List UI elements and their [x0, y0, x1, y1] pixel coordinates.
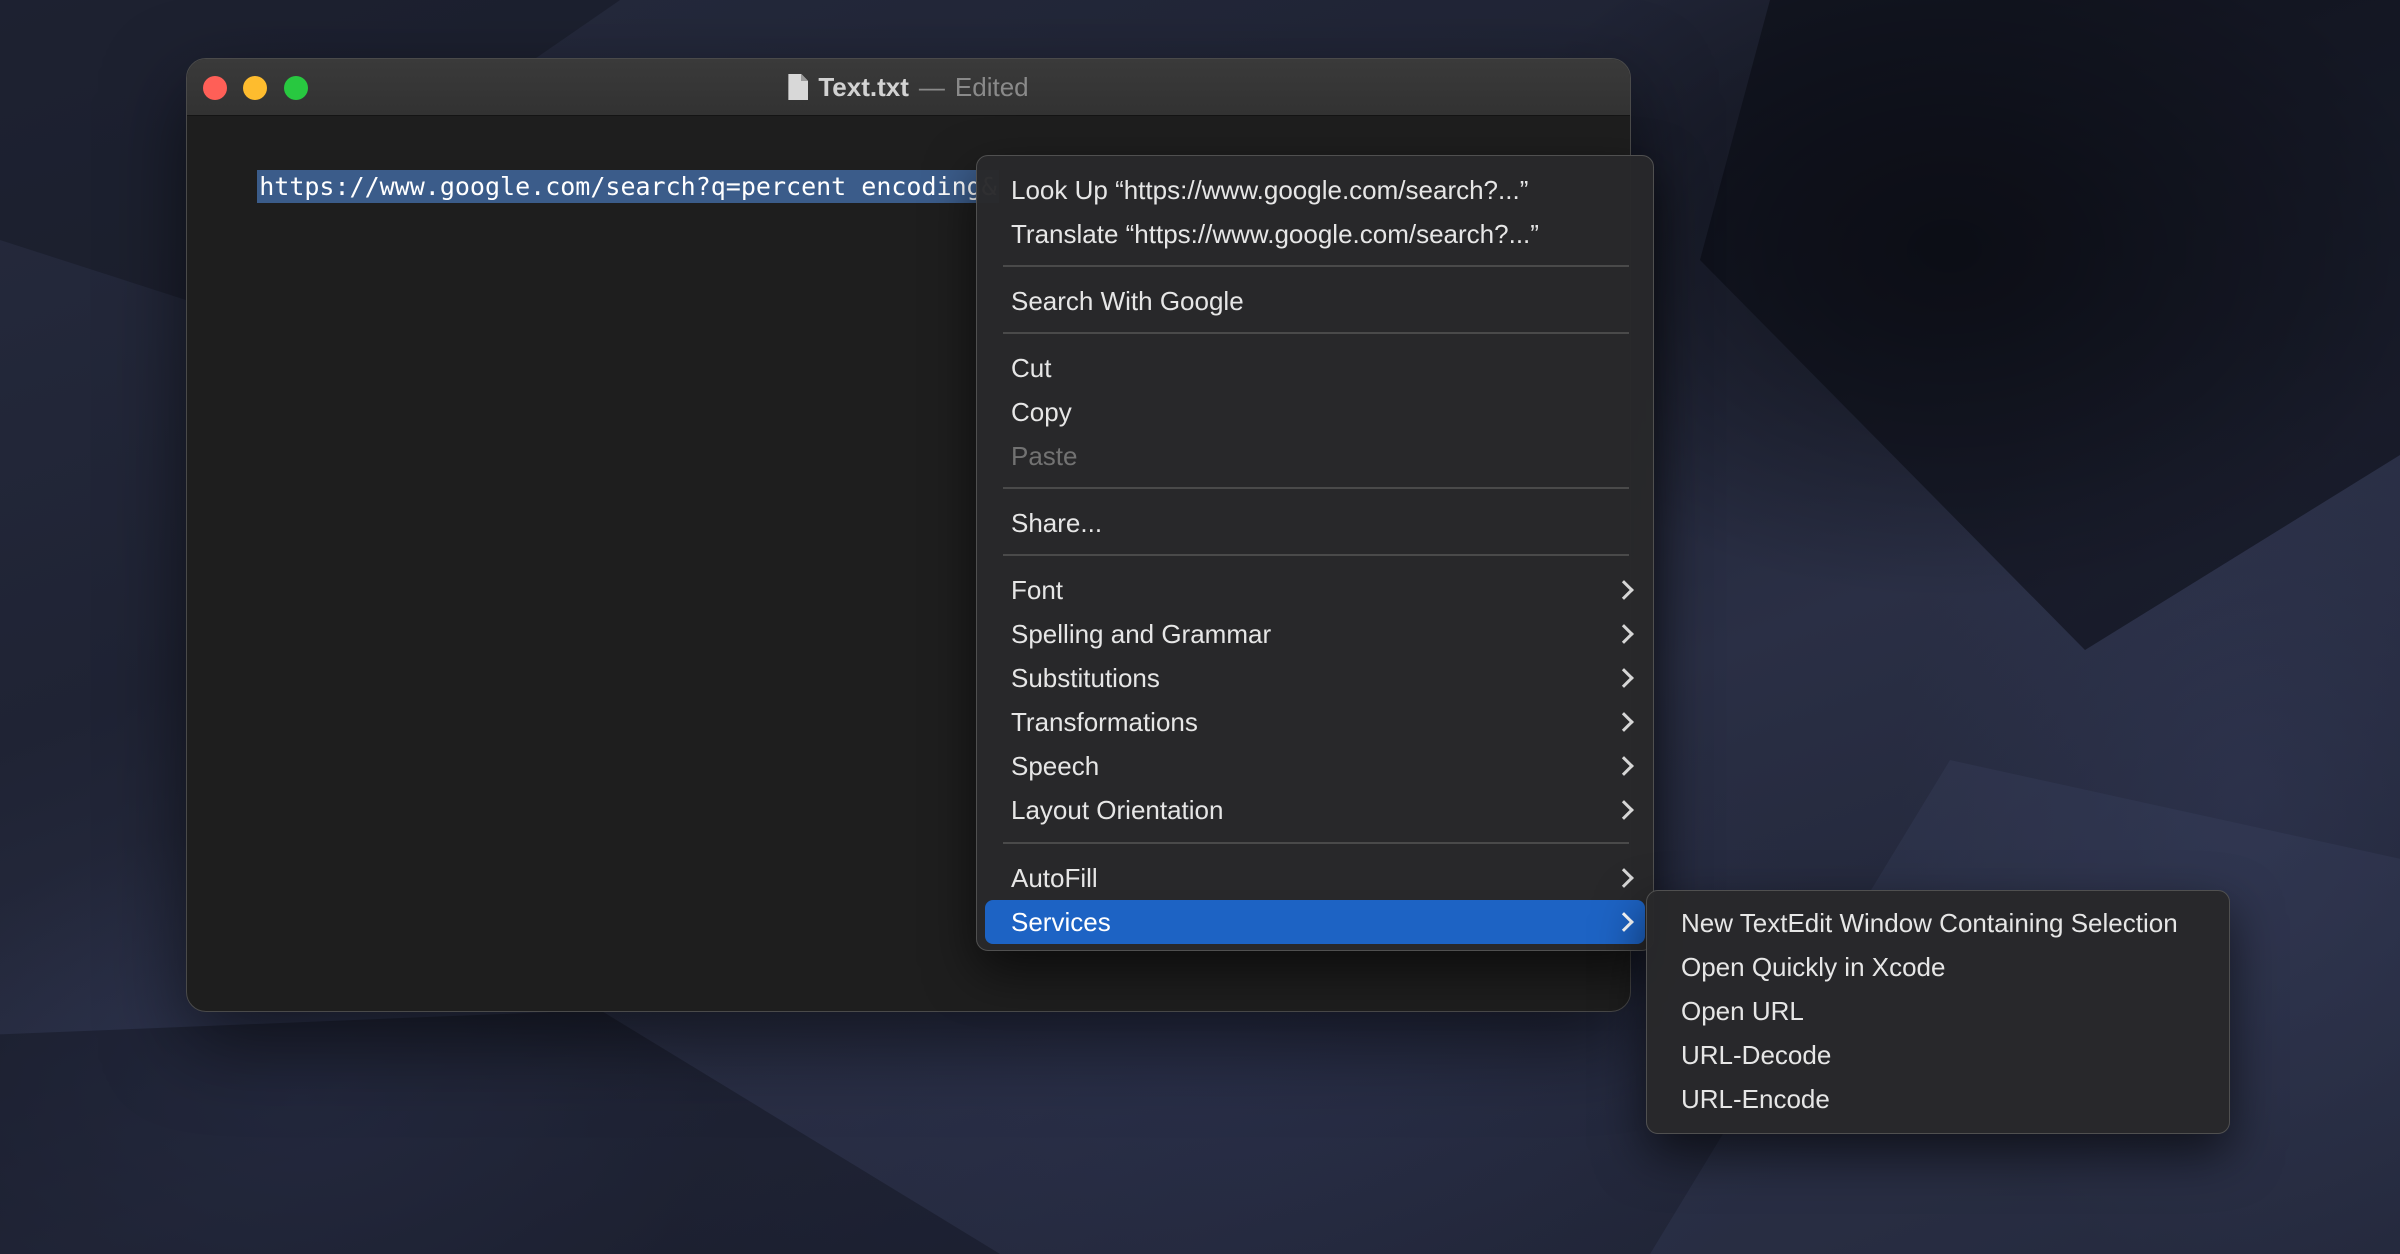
menu-item-transformations[interactable]: Transformations	[985, 700, 1645, 744]
menu-item-label: Font	[1011, 575, 1064, 605]
menu-item-label: Transformations	[1011, 707, 1198, 737]
submenu-item-new-textedit-window[interactable]: New TextEdit Window Containing Selection	[1655, 901, 2219, 945]
submenu-item-label: URL-Decode	[1681, 1040, 1832, 1070]
menu-separator	[1003, 332, 1629, 334]
chevron-right-icon	[1614, 868, 1634, 888]
wallpaper-facet	[0, 1010, 1000, 1254]
menu-item-label: AutoFill	[1011, 863, 1098, 893]
menu-item-label: Substitutions	[1011, 663, 1160, 693]
menu-item-label: Paste	[1011, 441, 1078, 471]
menu-item-label: Share...	[1011, 508, 1103, 538]
menu-item-label: Translate “https://www.google.com/search…	[1011, 219, 1539, 249]
menu-separator	[1003, 842, 1629, 844]
submenu-item-label: New TextEdit Window Containing Selection	[1681, 908, 2178, 938]
window-title-filename: Text.txt	[818, 71, 909, 102]
window-title-separator: —	[918, 71, 945, 102]
menu-item-substitutions[interactable]: Substitutions	[985, 656, 1645, 700]
menu-item-speech[interactable]: Speech	[985, 744, 1645, 788]
submenu-item-url-decode[interactable]: URL-Decode	[1655, 1033, 2219, 1077]
text-editor[interactable]: https://www.google.com/search?q=percent …	[197, 143, 999, 230]
document-icon[interactable]	[788, 74, 809, 100]
menu-item-label: Search With Google	[1011, 286, 1244, 316]
menu-item-label: Cut	[1011, 353, 1052, 383]
menu-item-label: Spelling and Grammar	[1011, 619, 1272, 649]
menu-item-cut[interactable]: Cut	[985, 346, 1645, 390]
window-title-status: Edited	[954, 71, 1029, 102]
submenu-item-label: URL-Encode	[1681, 1084, 1830, 1114]
menu-separator	[1003, 487, 1629, 489]
chevron-right-icon	[1614, 668, 1634, 688]
submenu-item-open-url[interactable]: Open URL	[1655, 989, 2219, 1033]
submenu-item-label: Open Quickly in Xcode	[1681, 952, 1946, 982]
submenu-item-open-quickly-in-xcode[interactable]: Open Quickly in Xcode	[1655, 945, 2219, 989]
title-bar[interactable]: Text.txt — Edited	[187, 59, 1630, 116]
menu-item-copy[interactable]: Copy	[985, 390, 1645, 434]
context-menu: Look Up “https://www.google.com/search?.…	[976, 155, 1654, 951]
services-submenu: New TextEdit Window Containing Selection…	[1646, 890, 2230, 1134]
menu-item-autofill[interactable]: AutoFill	[985, 856, 1645, 900]
menu-item-look-up[interactable]: Look Up “https://www.google.com/search?.…	[985, 168, 1645, 212]
selected-text[interactable]: https://www.google.com/search?q=percent …	[257, 170, 999, 203]
menu-item-label: Speech	[1011, 751, 1100, 781]
submenu-item-label: Open URL	[1681, 996, 1804, 1026]
chevron-right-icon	[1614, 912, 1634, 932]
chevron-right-icon	[1614, 712, 1634, 732]
menu-item-share[interactable]: Share...	[985, 501, 1645, 545]
wallpaper-facet	[1700, 0, 2400, 650]
chevron-right-icon	[1614, 580, 1634, 600]
menu-separator	[1003, 554, 1629, 556]
menu-item-label: Copy	[1011, 397, 1072, 427]
menu-separator	[1003, 265, 1629, 267]
menu-item-layout-orientation[interactable]: Layout Orientation	[985, 788, 1645, 832]
chevron-right-icon	[1614, 756, 1634, 776]
menu-item-label: Services	[1011, 907, 1111, 937]
menu-item-font[interactable]: Font	[985, 568, 1645, 612]
chevron-right-icon	[1614, 624, 1634, 644]
menu-item-label: Look Up “https://www.google.com/search?.…	[1011, 175, 1529, 205]
menu-item-search-with-google[interactable]: Search With Google	[985, 279, 1645, 323]
menu-item-spelling-and-grammar[interactable]: Spelling and Grammar	[985, 612, 1645, 656]
menu-item-services[interactable]: Services	[985, 900, 1645, 944]
menu-item-translate[interactable]: Translate “https://www.google.com/search…	[985, 212, 1645, 256]
window-title: Text.txt — Edited	[187, 59, 1630, 115]
menu-item-label: Layout Orientation	[1011, 795, 1224, 825]
submenu-item-url-encode[interactable]: URL-Encode	[1655, 1077, 2219, 1121]
menu-item-paste: Paste	[985, 434, 1645, 478]
chevron-right-icon	[1614, 800, 1634, 820]
